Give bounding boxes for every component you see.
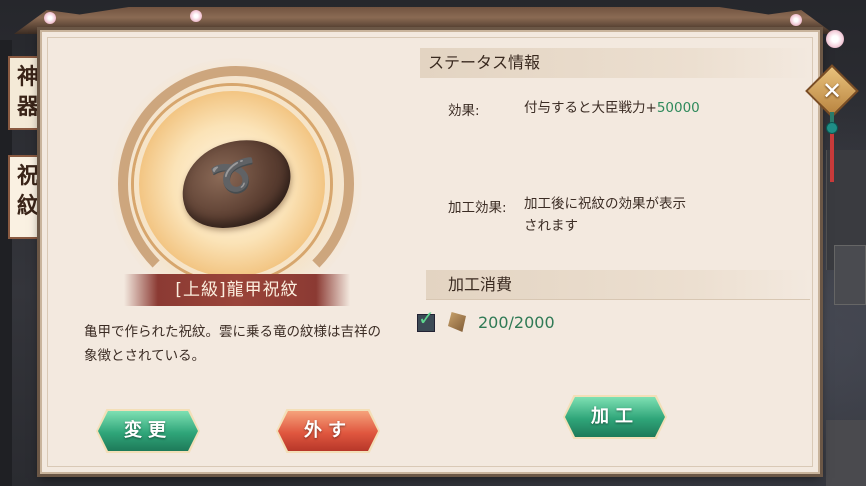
cost-header: 加工消費 xyxy=(426,270,810,300)
status-header: ステータス情報 xyxy=(420,48,810,78)
change-button[interactable]: 変更 xyxy=(98,411,198,451)
flower-decoration xyxy=(826,30,844,48)
flower-decoration xyxy=(44,12,56,24)
effect-number: 50000 xyxy=(656,100,700,116)
item-name: [上級]龍甲祝紋 xyxy=(124,274,350,306)
material-count: 200/2000 xyxy=(478,313,555,332)
description-line: 亀甲で作られた祝紋。雲に乗る竜の紋様は吉祥の xyxy=(84,324,381,340)
item-description: 亀甲で作られた祝紋。雲に乗る竜の紋様は吉祥の 象徴とされている。 xyxy=(84,320,402,368)
process-effect-line: 加工後に祝紋の効果が表示 xyxy=(524,196,686,212)
flower-decoration xyxy=(790,14,802,26)
process-effect-label: 加工効果: xyxy=(448,200,507,216)
close-icon: ✕ xyxy=(821,77,843,105)
effect-value: 付与すると大臣戦力+50000 xyxy=(524,97,700,119)
flower-decoration xyxy=(190,10,202,22)
process-effect-value: 加工後に祝紋の効果が表示 されます xyxy=(524,193,686,237)
effect-label: 効果: xyxy=(448,103,480,119)
checkmark-icon: ✓ xyxy=(418,306,435,330)
remove-button[interactable]: 外す xyxy=(278,411,378,451)
background-right-panel-2 xyxy=(834,245,866,305)
process-button[interactable]: 加工 xyxy=(565,397,665,437)
tassel-bead-decoration xyxy=(826,122,838,134)
process-effect-line: されます xyxy=(524,218,578,234)
effect-text: 付与すると大臣戦力+ xyxy=(524,100,657,116)
background-right-panel-3 xyxy=(826,420,866,486)
description-line: 象徴とされている。 xyxy=(84,348,206,364)
